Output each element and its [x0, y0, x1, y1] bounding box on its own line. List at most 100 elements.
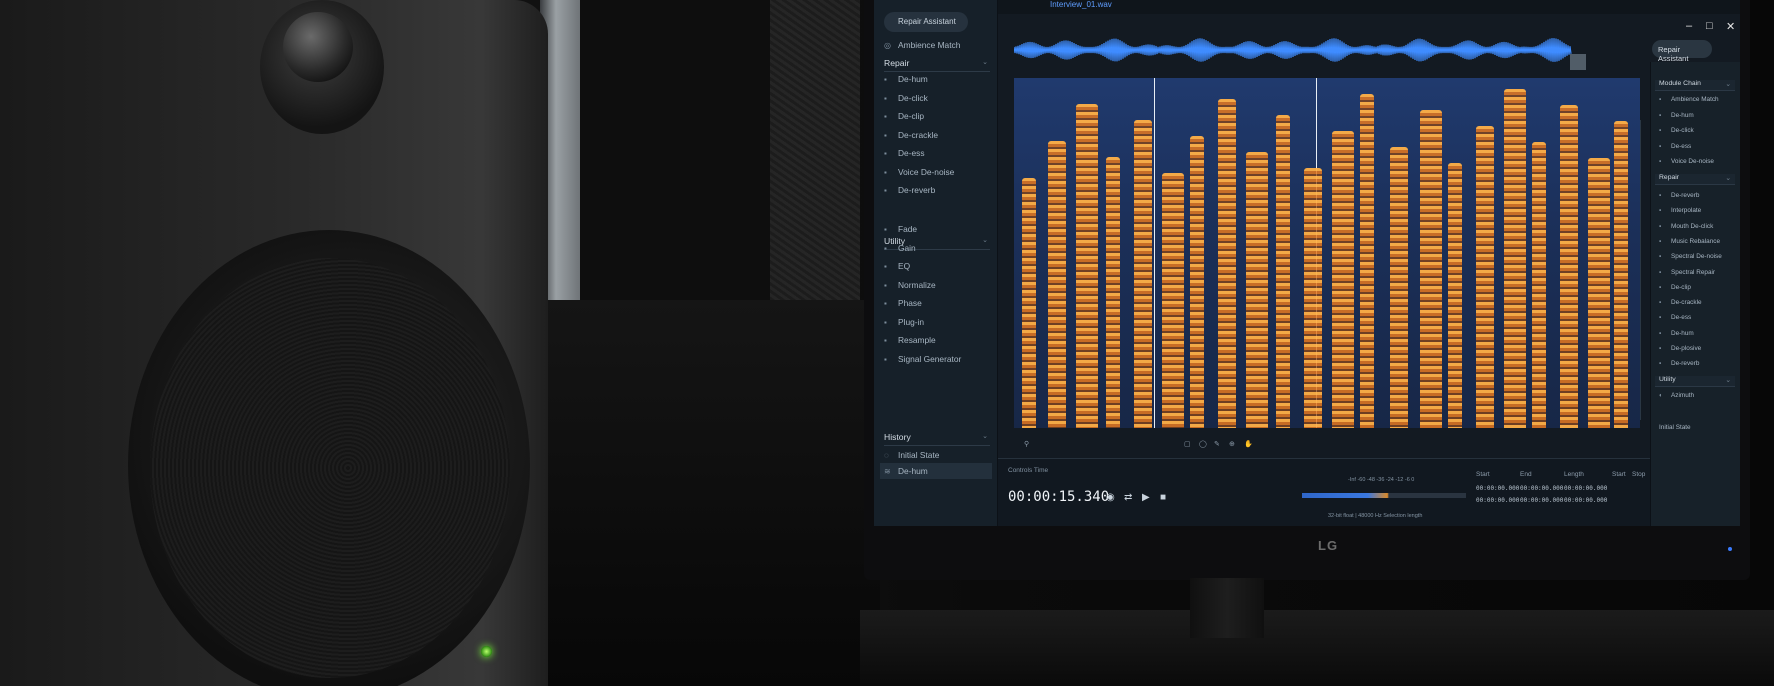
waveform-overview[interactable]: [1014, 28, 1600, 72]
sidebar-utility-item[interactable]: ▪ Normalize: [884, 280, 936, 294]
ess-icon: ▪: [884, 149, 887, 158]
sidebar-utility-item[interactable]: ▪ Resample: [884, 335, 936, 349]
ambience-icon: ◎: [884, 41, 891, 50]
length-value[interactable]: 00:00:00.000: [1564, 497, 1607, 504]
right-repair-item[interactable]: ▪ De-crackle: [1659, 299, 1702, 306]
spectral-energy: [1614, 121, 1628, 428]
right-utility-header[interactable]: Utility ⌄: [1655, 376, 1735, 387]
right-repair-item[interactable]: ▪ Mouth De-click: [1659, 223, 1713, 230]
minimize-button[interactable]: –: [1686, 20, 1692, 32]
maximize-button[interactable]: □: [1706, 20, 1713, 32]
right-repair-item[interactable]: ▪ Music Rebalance: [1659, 238, 1720, 245]
sidebar-repair-item[interactable]: ▪ De-click: [884, 93, 928, 107]
sidebar-repair-item[interactable]: ▪ De-ess: [884, 148, 925, 162]
sidebar-repair-item[interactable]: ▪ De-crackle: [884, 130, 938, 144]
collapse-icon[interactable]: ⌄: [982, 58, 988, 66]
module-icon: ▪: [1659, 142, 1662, 150]
module-icon: ▪: [1659, 192, 1662, 199]
history-item[interactable]: ≋ De-hum: [884, 466, 928, 480]
spectral-energy: [1504, 89, 1526, 428]
right-repair-item[interactable]: ▪ Spectral De-noise: [1659, 253, 1722, 260]
timecode-display[interactable]: 00:00:15.340: [1008, 489, 1109, 505]
sidebar-utility-item[interactable]: ▪ Phase: [884, 298, 922, 312]
right-repair-item[interactable]: ▪ De-ess: [1659, 314, 1691, 321]
start-freq-header: Start: [1612, 471, 1626, 478]
repair-assistant-top-button[interactable]: Repair Assistant: [1652, 40, 1712, 63]
spectral-energy: [1332, 131, 1354, 428]
hand-icon[interactable]: ✋: [1244, 440, 1253, 448]
start-value[interactable]: 00:00:00.000: [1476, 485, 1519, 492]
chain-item[interactable]: ▪ De-ess: [1659, 143, 1691, 150]
select-icon[interactable]: ▢: [1184, 440, 1191, 448]
collapse-icon[interactable]: ⌄: [1725, 174, 1731, 182]
module-chain-header[interactable]: Module Chain ⌄: [1655, 80, 1735, 91]
spectrogram-toolbar[interactable]: ⚲ ▢ ◯ ✎ ⊕ ✋: [1014, 440, 1640, 454]
overview-handle[interactable]: [1570, 54, 1586, 70]
brush-icon[interactable]: ✎: [1214, 440, 1220, 448]
end-value[interactable]: 00:00:00.000: [1520, 485, 1563, 492]
spectral-energy: [1360, 94, 1374, 428]
chain-item[interactable]: ▪ Voice De-noise: [1659, 158, 1714, 165]
spectral-energy: [1190, 136, 1204, 428]
zoom-icon[interactable]: ⚲: [1024, 440, 1029, 448]
sidebar-repair-item[interactable]: ▪ De-clip: [884, 111, 924, 125]
right-repair-header[interactable]: Repair ⌄: [1655, 174, 1735, 185]
fade-icon: ▪: [884, 225, 887, 234]
level-meter: [1302, 493, 1466, 498]
chain-item[interactable]: ▪ Ambience Match: [1659, 96, 1719, 103]
module-icon: ▪: [1659, 314, 1662, 322]
sidebar-repair-item[interactable]: ▪ Voice De-noise: [884, 167, 954, 181]
spectral-energy: [1420, 110, 1442, 428]
eq-icon: ▪: [884, 262, 887, 271]
sidebar-repair-item[interactable]: ▪ De-reverb: [884, 185, 935, 199]
play-icon[interactable]: ▶: [1142, 492, 1150, 503]
chain-item[interactable]: ▪ De-click: [1659, 127, 1694, 134]
end-value[interactable]: 00:00:00.000: [1520, 497, 1563, 504]
right-history-item[interactable]: Initial State: [1659, 424, 1691, 431]
start-value[interactable]: 00:00:00.000: [1476, 497, 1519, 504]
right-repair-item[interactable]: ▪ Interpolate: [1659, 207, 1701, 214]
close-button[interactable]: ✕: [1726, 20, 1735, 33]
end-header: End: [1520, 471, 1532, 478]
sidebar-utility-item[interactable]: ▪ Plug-in: [884, 317, 924, 331]
collapse-icon[interactable]: ⌄: [1725, 376, 1731, 384]
sidebar-utility-item[interactable]: ▪ Gain: [884, 243, 916, 257]
collapse-icon[interactable]: ⌄: [982, 432, 988, 440]
loop-icon[interactable]: ⇄: [1124, 492, 1132, 503]
chain-item[interactable]: ▪ De-hum: [1659, 112, 1694, 119]
right-repair-item[interactable]: ▪ De-plosive: [1659, 345, 1701, 352]
spectrogram-view[interactable]: [1014, 78, 1640, 428]
sidebar-utility-item[interactable]: ▪ Signal Generator: [884, 354, 961, 368]
normalize-icon: ▪: [884, 280, 887, 290]
chevron-down-icon[interactable]: ⌄: [1725, 80, 1731, 88]
collapse-icon[interactable]: ⌄: [982, 236, 988, 244]
stop-icon[interactable]: ■: [1160, 492, 1166, 503]
file-tab[interactable]: Interview_01.wav: [1050, 0, 1112, 9]
app-window: Repair Assistant ◎ Ambience Match Repair ⌄…: [874, 0, 1740, 526]
record-icon[interactable]: ◉: [1106, 492, 1115, 503]
azimuth-icon: ◐: [1659, 392, 1663, 399]
length-value[interactable]: 00:00:00.000: [1564, 485, 1607, 492]
history-item[interactable]: ◌ Initial State: [884, 450, 939, 464]
history-section-header[interactable]: History ⌄: [884, 432, 990, 446]
length-header: Length: [1564, 471, 1584, 478]
right-repair-item[interactable]: ▪ Spectral Repair: [1659, 269, 1715, 276]
right-utility-item[interactable]: ◐ Azimuth: [1659, 392, 1694, 399]
repair-assistant-button[interactable]: Repair Assistant: [884, 12, 968, 32]
sidebar-item-ambience-match[interactable]: ◎ Ambience Match: [884, 40, 960, 54]
right-repair-item[interactable]: ▪ De-reverb: [1659, 192, 1699, 199]
right-repair-item[interactable]: ▪ De-reverb: [1659, 360, 1699, 367]
lasso-icon[interactable]: ◯: [1199, 440, 1207, 448]
right-repair-item[interactable]: ▪ De-hum: [1659, 330, 1694, 337]
sidebar-utility-item[interactable]: ▪ Fade: [884, 224, 917, 238]
spectral-energy: [1448, 163, 1462, 428]
right-repair-item[interactable]: ▪ De-clip: [1659, 284, 1691, 291]
magnify-icon[interactable]: ⊕: [1229, 440, 1235, 448]
window-frame: [580, 0, 780, 310]
repair-section-header[interactable]: Repair ⌄: [884, 58, 990, 72]
sidebar-repair-item[interactable]: ▪ De-hum: [884, 74, 928, 88]
meter-scale: -Inf -60 -48 -36 -24 -12 -6 0: [1348, 477, 1415, 483]
module-icon: ▪: [1659, 222, 1662, 230]
sidebar-utility-item[interactable]: ▪ EQ: [884, 261, 910, 275]
clip-icon: ▪: [884, 112, 887, 121]
